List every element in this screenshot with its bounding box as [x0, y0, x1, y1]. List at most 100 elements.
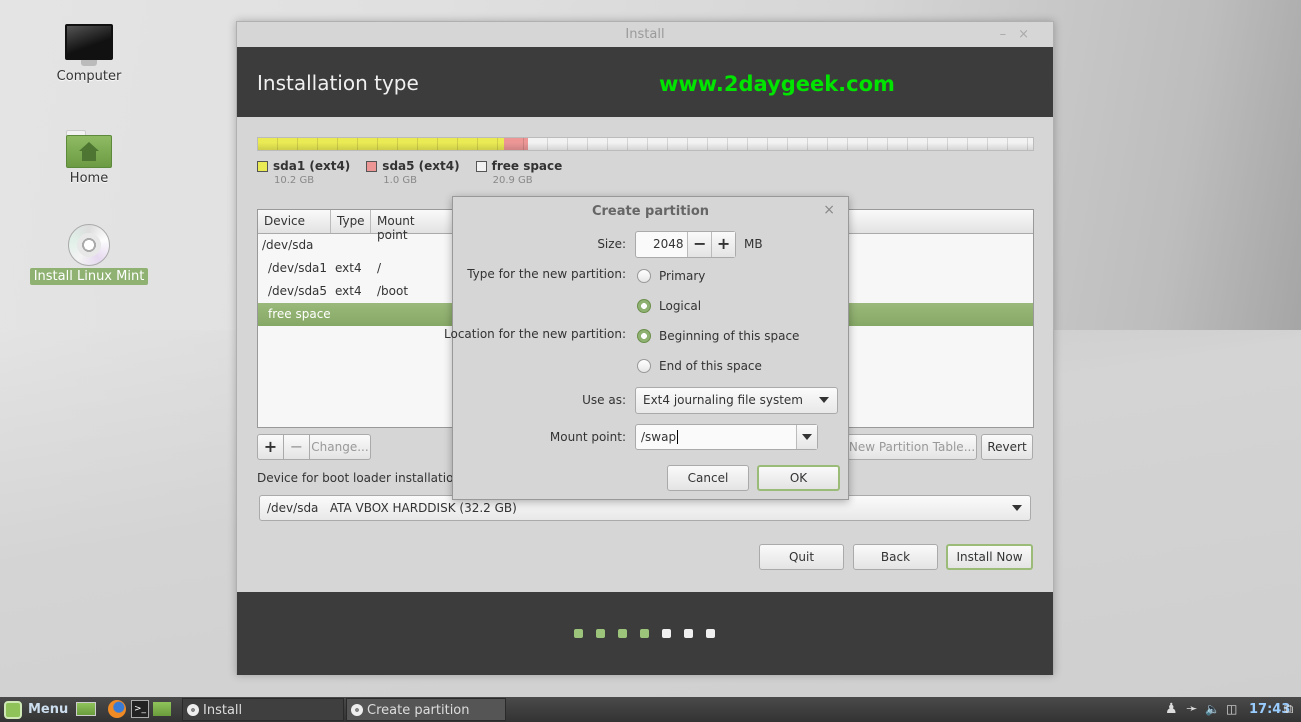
workspace-switcher-icon[interactable]: ⧉ [1284, 697, 1293, 722]
mount-point-dropdown-button[interactable] [796, 425, 817, 449]
chevron-down-icon [819, 397, 829, 403]
radio-label: End of this space [659, 359, 762, 373]
desktop-icon-install-linux-mint[interactable]: Install Linux Mint [29, 224, 149, 285]
progress-dot-done [618, 629, 627, 638]
page-header: Installation type www.2daygeek.com [237, 47, 1053, 117]
radio-logical[interactable]: Logical [637, 299, 701, 313]
taskbar-window-create-partition[interactable]: Create partition [346, 698, 506, 721]
legend-size: 20.9 GB [492, 175, 533, 186]
legend-name: sda1 (ext4) [273, 159, 351, 173]
radio-label: Logical [659, 299, 702, 313]
disc-icon [68, 224, 110, 266]
taskbar-window-install[interactable]: Install [182, 698, 344, 721]
watermark: www.2daygeek.com [659, 72, 895, 96]
partition-toolbar: + − Change... [257, 434, 371, 460]
legend-name: free space [491, 159, 563, 173]
cell-type: ext4 [335, 261, 362, 275]
user-icon[interactable]: ♟ [1165, 697, 1178, 722]
show-desktop-icon[interactable] [76, 702, 96, 716]
change-partition-button[interactable]: Change... [310, 434, 371, 460]
home-folder-icon [66, 130, 112, 168]
desktop-icon-home[interactable]: Home [29, 130, 149, 187]
use-as-value: Ext4 journaling file system [643, 393, 803, 407]
quit-button[interactable]: Quit [759, 544, 844, 570]
legend-swatch [257, 161, 268, 172]
progress-dot-pending [706, 629, 715, 638]
size-input[interactable]: 2048 [636, 232, 687, 257]
use-as-select[interactable]: Ext4 journaling file system [635, 387, 838, 414]
terminal-icon[interactable]: >_ [131, 700, 149, 718]
legend-name: sda5 (ext4) [382, 159, 460, 173]
dialog-title: Create partition [591, 204, 710, 219]
dialog-close-button[interactable]: × [823, 202, 835, 218]
decrement-button[interactable]: − [687, 232, 712, 257]
cell-device: /dev/sda5 [268, 284, 328, 298]
chevron-down-icon [802, 434, 812, 440]
radio-checked-icon [637, 329, 651, 343]
legend-item: free space 20.9 GB [475, 159, 563, 186]
window-titlebar[interactable]: Install –× [237, 22, 1053, 47]
cell-type: ext4 [335, 284, 362, 298]
back-button[interactable]: Back [853, 544, 938, 570]
legend-swatch [475, 161, 487, 172]
column-mount-point[interactable]: Mount point [371, 210, 453, 242]
radio-checked-icon [637, 299, 651, 313]
progress-dot-pending [662, 629, 671, 638]
battery-icon[interactable]: ◫ [1226, 697, 1237, 722]
cell-mount: /boot [377, 284, 409, 298]
cell-device: /dev/sda1 [268, 261, 328, 275]
column-type[interactable]: Type [331, 210, 371, 233]
remove-partition-button[interactable]: − [284, 434, 310, 460]
column-device[interactable]: Device [258, 210, 331, 233]
new-partition-table-button[interactable]: New Partition Table... [847, 434, 977, 460]
taskbar-window-label: Create partition [367, 703, 470, 718]
desktop-icon-label: Install Linux Mint [29, 268, 149, 285]
computer-icon [65, 24, 113, 60]
partition-bar [257, 137, 1034, 151]
taskbar-window-label: Install [203, 703, 243, 718]
progress-dot-done [574, 629, 583, 638]
window-close-button[interactable]: × [1018, 27, 1041, 42]
minimize-button[interactable]: – [1000, 27, 1019, 42]
disc-icon [187, 704, 199, 716]
size-stepper: 2048 − + [635, 231, 736, 258]
menu-button[interactable]: Menu [4, 697, 68, 722]
add-partition-button[interactable]: + [257, 434, 284, 460]
legend-swatch [366, 161, 378, 172]
taskbar: Menu >_ Install Create partition ♟ ➛ 🔈 ◫… [0, 697, 1301, 722]
volume-icon[interactable]: 🔈 [1205, 697, 1220, 722]
progress-dot-pending [684, 629, 693, 638]
desktop-icon-computer[interactable]: Computer [29, 24, 149, 85]
legend-item: sda1 (ext4) 10.2 GB [257, 159, 350, 186]
install-now-button[interactable]: Install Now [946, 544, 1033, 570]
boot-loader-value: /dev/sda ATA VBOX HARDDISK (32.2 GB) [267, 501, 517, 515]
radio-label: Primary [659, 269, 706, 283]
legend-size: 1.0 GB [383, 175, 417, 186]
create-partition-dialog: Create partition × Size: 2048 − + MB Typ… [444, 196, 849, 500]
radio-primary[interactable]: Primary [637, 269, 705, 283]
boot-loader-label: Device for boot loader installation: [257, 471, 466, 485]
radio-icon [637, 269, 651, 283]
size-unit: MB [744, 237, 763, 251]
cancel-button[interactable]: Cancel [667, 465, 749, 491]
legend-size: 10.2 GB [274, 175, 315, 186]
desktop-icon-label: Home [69, 171, 109, 186]
cell-mount: / [377, 261, 382, 275]
legend-item: sda5 (ext4) 1.0 GB [366, 159, 460, 186]
radio-icon [637, 359, 651, 373]
firefox-icon[interactable] [108, 700, 126, 718]
progress-footer [237, 592, 1053, 675]
revert-button[interactable]: Revert [981, 434, 1033, 460]
cell-device: free space [268, 307, 331, 321]
cell-device: /dev/sda [262, 238, 314, 252]
radio-end[interactable]: End of this space [637, 359, 762, 373]
type-label: Type for the new partition: [467, 267, 626, 281]
radio-beginning[interactable]: Beginning of this space [637, 329, 799, 343]
disc-icon [351, 704, 363, 716]
increment-button[interactable]: + [711, 232, 735, 257]
radio-label: Beginning of this space [659, 329, 800, 343]
mount-point-input[interactable]: /swap [636, 425, 796, 449]
files-icon[interactable] [153, 702, 171, 716]
network-icon[interactable]: ➛ [1186, 697, 1198, 722]
ok-button[interactable]: OK [757, 465, 840, 491]
